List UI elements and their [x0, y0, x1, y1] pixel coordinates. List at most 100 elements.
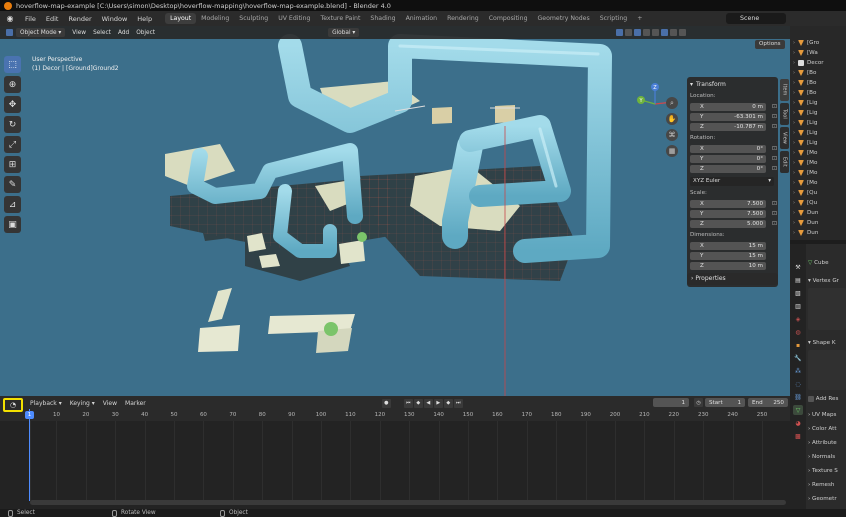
outliner-item[interactable]: › [Mo — [790, 178, 846, 188]
outliner-item[interactable]: › [Bo — [790, 88, 846, 98]
chevron-right-icon[interactable]: › — [790, 100, 798, 106]
output-icon[interactable]: ▧ — [793, 288, 803, 298]
shape-keys-list[interactable] — [808, 350, 846, 390]
timeline-scrollbar[interactable] — [30, 500, 786, 505]
outliner-item[interactable]: › [Qu — [790, 198, 846, 208]
outliner-item[interactable]: › [Lig — [790, 128, 846, 138]
vertex-groups-list[interactable] — [808, 288, 846, 330]
tab-uv-editing[interactable]: UV Editing — [273, 13, 315, 24]
tab-item[interactable]: Item — [780, 79, 789, 101]
rotation-y-field[interactable]: Y 0° ⊡ — [690, 155, 777, 163]
vertex-groups-panel[interactable]: ▾ Vertex Gr — [808, 276, 839, 286]
start-frame-field[interactable]: Start 1 — [705, 398, 745, 407]
tab-rendering[interactable]: Rendering — [442, 13, 484, 24]
tab-layout[interactable]: Layout — [165, 13, 197, 24]
lock-icon[interactable]: ⊡ — [772, 123, 777, 130]
menu-playback[interactable]: Playback ▾ — [30, 400, 62, 407]
chevron-right-icon[interactable]: › — [790, 210, 798, 216]
chevron-right-icon[interactable]: › — [790, 160, 798, 166]
3d-viewport[interactable]: Object Mode ▾ View Select Add Object Glo… — [0, 26, 790, 396]
lock-icon[interactable]: ⊡ — [772, 103, 777, 110]
transform-panel-header[interactable]: ▾ Transform — [690, 79, 775, 89]
scale-y-field[interactable]: Y 7.500 ⊡ — [690, 210, 777, 218]
tab-geometry-nodes[interactable]: Geometry Nodes — [533, 13, 595, 24]
chevron-right-icon[interactable]: › — [790, 150, 798, 156]
chevron-right-icon[interactable]: › — [790, 80, 798, 86]
tab-animation[interactable]: Animation — [401, 13, 443, 24]
chevron-right-icon[interactable]: › — [790, 120, 798, 126]
menu-object[interactable]: Object — [136, 30, 155, 36]
chevron-right-icon[interactable]: › — [790, 180, 798, 186]
tab-modeling[interactable]: Modeling — [196, 13, 234, 24]
jump-start-icon[interactable]: ⏮ — [403, 398, 413, 408]
chevron-right-icon[interactable]: › — [790, 110, 798, 116]
outliner-item[interactable]: › [Qu — [790, 188, 846, 198]
overlay-toggle-icon[interactable] — [634, 29, 642, 36]
add-rest-position-checkbox[interactable]: Add Res — [808, 394, 838, 404]
editor-type-clock-icon[interactable]: ◔ — [3, 398, 23, 412]
add-cube-tool-icon[interactable]: ▣ — [4, 216, 21, 233]
chevron-right-icon[interactable]: › — [790, 230, 798, 236]
menu-view[interactable]: View — [103, 400, 117, 407]
clock-icon[interactable]: ◷ — [694, 398, 703, 407]
scale-tool-icon[interactable]: ⤢ — [4, 136, 21, 153]
tab-texture-paint[interactable]: Texture Paint — [315, 13, 365, 24]
chevron-right-icon[interactable]: › — [790, 40, 798, 46]
rotate-tool-icon[interactable]: ↻ — [4, 116, 21, 133]
outliner-item[interactable]: › [Bo — [790, 68, 846, 78]
outliner-item[interactable]: › Dun — [790, 228, 846, 238]
jump-keyframe-back-icon[interactable]: ◆ — [413, 398, 423, 408]
lock-icon[interactable]: ⊡ — [772, 155, 777, 162]
jump-end-icon[interactable]: ⏭ — [453, 398, 463, 408]
particles-icon[interactable]: ⁂ — [793, 366, 803, 376]
menu-render[interactable]: Render — [63, 15, 96, 23]
chevron-right-icon[interactable]: › — [790, 70, 798, 76]
menu-keying[interactable]: Keying ▾ — [70, 400, 95, 407]
shading-material-icon[interactable] — [670, 29, 678, 36]
timeline-track-area[interactable] — [0, 421, 790, 501]
tool-settings-icon[interactable]: ⚒ — [793, 262, 803, 272]
xray-toggle-icon[interactable] — [643, 29, 651, 36]
outliner-item[interactable]: › [Mo — [790, 148, 846, 158]
location-z-field[interactable]: Z -10.787 m ⊡ — [690, 123, 777, 131]
move-tool-icon[interactable]: ✥ — [4, 96, 21, 113]
outliner-item[interactable]: › [Mo — [790, 168, 846, 178]
world-icon[interactable]: ◍ — [793, 327, 803, 337]
dimensions-z-field[interactable]: Z 10 m — [690, 262, 766, 270]
material-icon[interactable]: ◕ — [793, 418, 803, 428]
timeline-editor[interactable]: Playback ▾ Keying ▾ View Marker ● ⏮ ◆ ◀ … — [0, 396, 790, 509]
outliner-item[interactable]: › [Mo — [790, 158, 846, 168]
lock-icon[interactable]: ⊡ — [772, 113, 777, 120]
scale-z-field[interactable]: Z 5.000 ⊡ — [690, 220, 777, 228]
shape-keys-panel[interactable]: ▾ Shape K — [808, 338, 836, 348]
chevron-right-icon[interactable]: › — [790, 60, 798, 66]
outliner-item[interactable]: › [Wa — [790, 48, 846, 58]
color-attributes-panel[interactable]: › Color Att — [808, 424, 837, 434]
outliner-item[interactable]: › [Lig — [790, 108, 846, 118]
select-box-tool-icon[interactable]: ⬚ — [4, 56, 21, 73]
menu-select[interactable]: Select — [93, 30, 111, 36]
physics-icon[interactable]: ◌ — [793, 379, 803, 389]
transform-tool-icon[interactable]: ⊞ — [4, 156, 21, 173]
remesh-panel[interactable]: › Remesh — [808, 480, 834, 490]
object-name-field[interactable]: ▽ Cube — [808, 258, 829, 268]
menu-add[interactable]: Add — [118, 30, 129, 36]
add-workspace-button[interactable]: + — [632, 13, 647, 24]
lock-icon[interactable]: ⊡ — [772, 210, 777, 217]
lock-icon[interactable]: ⊡ — [772, 200, 777, 207]
tab-scripting[interactable]: Scripting — [595, 13, 633, 24]
tab-compositing[interactable]: Compositing — [484, 13, 533, 24]
rotation-mode-dropdown[interactable]: XYZ Euler ▾ — [690, 177, 774, 186]
shading-wireframe-icon[interactable] — [652, 29, 660, 36]
camera-view-icon[interactable]: ⌘ — [666, 129, 678, 141]
cursor-tool-icon[interactable]: ⊕ — [4, 76, 21, 93]
lock-icon[interactable]: ⊡ — [772, 165, 777, 172]
shading-solid-icon[interactable] — [661, 29, 669, 36]
view-layer-icon[interactable]: ▥ — [793, 301, 803, 311]
visibility-toggle-icon[interactable] — [616, 29, 624, 36]
scene-icon[interactable]: ◈ — [793, 314, 803, 324]
texture-icon[interactable]: ▩ — [793, 431, 803, 441]
properties-panel-header[interactable]: › Properties — [687, 273, 778, 285]
rotation-x-field[interactable]: X 0° ⊡ — [690, 145, 777, 153]
chevron-right-icon[interactable]: › — [790, 170, 798, 176]
